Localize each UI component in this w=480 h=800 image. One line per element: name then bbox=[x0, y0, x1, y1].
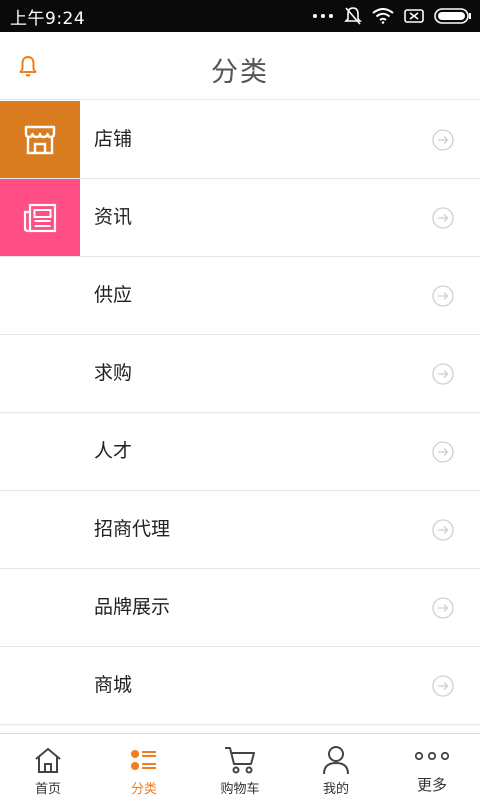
category-row-supply[interactable]: 供应 bbox=[0, 257, 480, 335]
user-icon bbox=[322, 744, 350, 776]
home-icon bbox=[33, 744, 63, 776]
dots-icon bbox=[312, 12, 334, 20]
nav-label: 分类 bbox=[130, 782, 157, 797]
nav-home[interactable]: 首页 bbox=[0, 734, 96, 800]
cart-icon bbox=[223, 744, 257, 776]
category-list: 店铺 资讯 供应 求购 人才 招商代理 品牌展示 商城 bbox=[0, 101, 480, 725]
status-bar: 上午9:24 bbox=[0, 0, 480, 32]
storefront-icon bbox=[0, 101, 80, 178]
category-row-news[interactable]: 资讯 bbox=[0, 179, 480, 257]
nav-cart[interactable]: 购物车 bbox=[192, 734, 288, 800]
wifi-icon bbox=[372, 8, 394, 24]
mute-icon bbox=[344, 6, 362, 26]
nav-more[interactable]: 更多 bbox=[384, 734, 480, 800]
category-row-talent[interactable]: 人才 bbox=[0, 413, 480, 491]
category-label: 品牌展示 bbox=[94, 596, 171, 618]
status-time: 上午9:24 bbox=[10, 8, 86, 29]
category-label: 供应 bbox=[94, 284, 133, 306]
arrow-right-icon bbox=[432, 441, 454, 463]
page-title: 分类 bbox=[211, 57, 269, 88]
arrow-right-icon bbox=[432, 597, 454, 619]
nav-label: 我的 bbox=[322, 782, 349, 797]
arrow-right-icon bbox=[432, 285, 454, 307]
nav-label: 购物车 bbox=[220, 782, 260, 797]
category-label: 店铺 bbox=[94, 128, 133, 150]
arrow-right-icon bbox=[432, 675, 454, 697]
nav-label: 首页 bbox=[34, 782, 61, 797]
category-label: 人才 bbox=[94, 440, 133, 462]
more-icon bbox=[414, 744, 450, 768]
category-row-brand[interactable]: 品牌展示 bbox=[0, 569, 480, 647]
category-label: 资讯 bbox=[94, 206, 133, 228]
category-row-agency[interactable]: 招商代理 bbox=[0, 491, 480, 569]
arrow-right-icon bbox=[432, 519, 454, 541]
nav-mine[interactable]: 我的 bbox=[288, 734, 384, 800]
nav-label: 更多 bbox=[416, 776, 447, 794]
arrow-right-icon bbox=[432, 207, 454, 229]
category-row-store[interactable]: 店铺 bbox=[0, 101, 480, 179]
newspaper-icon bbox=[0, 179, 80, 256]
nav-category[interactable]: 分类 bbox=[96, 734, 192, 800]
status-icons bbox=[312, 6, 472, 26]
battery-icon bbox=[434, 8, 472, 24]
category-label: 商城 bbox=[94, 674, 133, 696]
header: 分类 bbox=[0, 32, 480, 100]
category-label: 招商代理 bbox=[94, 518, 171, 540]
arrow-right-icon bbox=[432, 363, 454, 385]
category-row-purchase[interactable]: 求购 bbox=[0, 335, 480, 413]
bottom-nav: 首页 分类 购物车 我的 更多 bbox=[0, 733, 480, 800]
arrow-right-icon bbox=[432, 129, 454, 151]
category-icon bbox=[130, 744, 158, 776]
no-sim-icon bbox=[404, 8, 424, 24]
category-row-mall[interactable]: 商城 bbox=[0, 647, 480, 725]
category-label: 求购 bbox=[94, 362, 133, 384]
